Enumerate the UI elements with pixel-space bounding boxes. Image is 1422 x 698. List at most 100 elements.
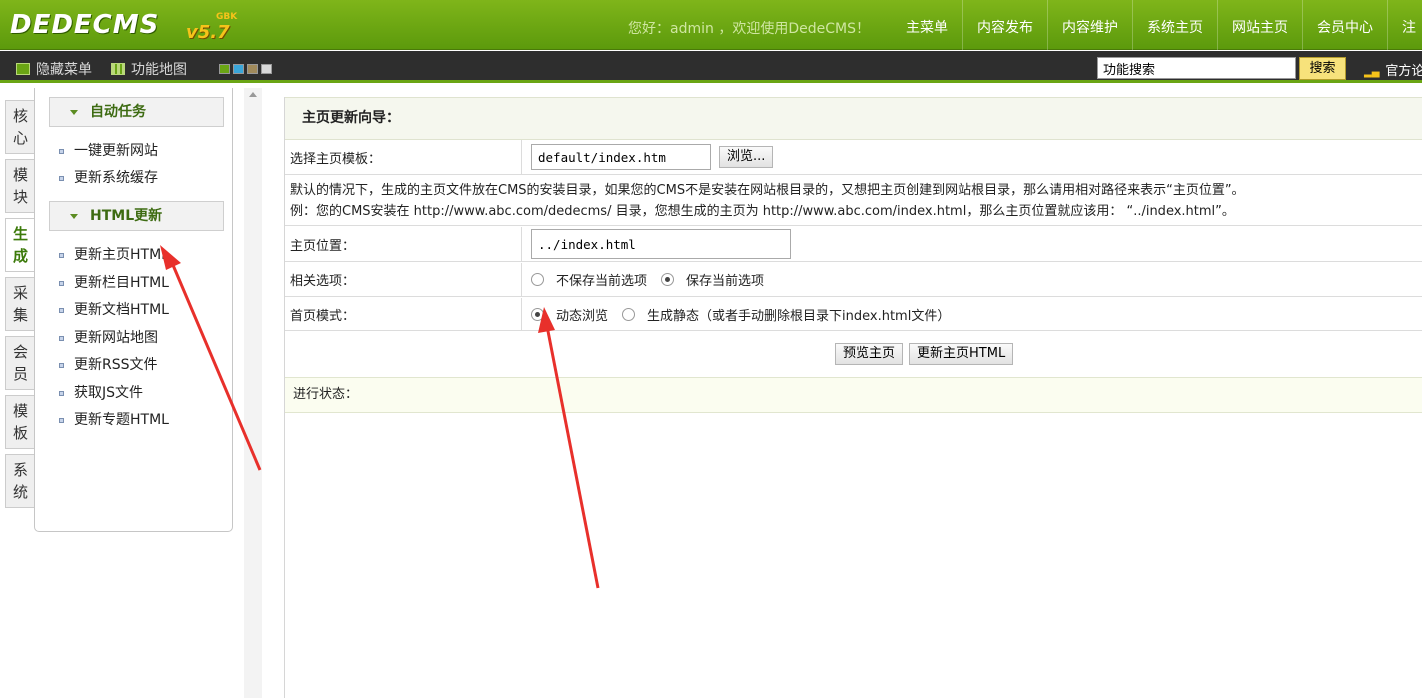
- menu-item-update-category-html[interactable]: 更新栏目HTML: [59, 272, 169, 292]
- menu-item-update-cache[interactable]: 更新系统缓存: [59, 167, 158, 187]
- preview-homepage-button[interactable]: 预览主页: [835, 343, 904, 365]
- hide-menu-label: 隐藏菜单: [36, 62, 92, 78]
- hide-menu-button[interactable]: 隐藏菜单: [16, 59, 92, 79]
- nav-content-maintain[interactable]: 内容维护: [1047, 0, 1132, 50]
- site-map-button[interactable]: 功能地图: [111, 59, 187, 79]
- template-label: 选择主页模板：: [285, 140, 522, 174]
- logo-edition: GBK: [216, 12, 238, 22]
- tab-core[interactable]: 核心: [5, 100, 35, 154]
- menu-item-one-click-update[interactable]: 一键更新网站: [59, 140, 158, 160]
- mode-static[interactable]: 生成静态（或者手动删除根目录下index.html文件）: [622, 305, 950, 324]
- help-note: 默认的情况下，生成的主页文件放在CMS的安装目录，如果您的CMS不是安装在网站根…: [290, 176, 1413, 222]
- tab-collect[interactable]: 采集: [5, 277, 35, 331]
- welcome-message: 您好：admin ，欢迎使用DedeCMS！: [628, 21, 870, 37]
- tab-member[interactable]: 会员: [5, 336, 35, 390]
- option-save-label: 保存当前选项: [686, 274, 765, 289]
- side-menu: 自动任务 一键更新网站 更新系统缓存 HTML更新 更新主页HTML 更新栏目H…: [34, 88, 233, 532]
- template-input[interactable]: [531, 144, 711, 170]
- bullet-icon: [59, 148, 64, 154]
- site-map-label: 功能地图: [131, 62, 187, 78]
- mode-dynamic[interactable]: 动态浏览: [531, 305, 608, 324]
- help-note-line2: 例：您的CMS安装在 http://www.abc.com/dedecms/ 目…: [290, 204, 1235, 219]
- nav-main-menu[interactable]: 主菜单: [892, 0, 962, 50]
- collapse-triangle-icon: [70, 213, 78, 219]
- help-note-line1: 默认的情况下，生成的主页文件放在CMS的安装目录，如果您的CMS不是安装在网站根…: [290, 183, 1245, 198]
- official-forum-label: 官方论: [1385, 64, 1422, 79]
- nav-member-center[interactable]: 会员中心: [1302, 0, 1387, 50]
- position-value-cell: [523, 227, 1422, 261]
- theme-swatch-blue[interactable]: [233, 64, 244, 74]
- bullet-icon: [59, 307, 64, 313]
- nav-content-publish[interactable]: 内容发布: [962, 0, 1047, 50]
- bullet-icon: [59, 252, 64, 258]
- template-row: 选择主页模板： 浏览...: [285, 140, 1422, 175]
- logo-text: DEDECMS: [10, 10, 160, 40]
- nav-system-home[interactable]: 系统主页: [1132, 0, 1217, 50]
- mode-row: 首页模式： 动态浏览 生成静态（或者手动删除根目录下index.html文件）: [285, 298, 1422, 331]
- position-row: 主页位置：: [285, 227, 1422, 262]
- mode-label: 首页模式：: [285, 298, 522, 330]
- theme-swatch-brown[interactable]: [247, 64, 258, 74]
- menu-item-update-article-html[interactable]: 更新文档HTML: [59, 299, 169, 319]
- radio-save[interactable]: [661, 273, 675, 286]
- logo-version: v5.7: [186, 22, 230, 43]
- radio-no-save[interactable]: [531, 273, 544, 286]
- option-save[interactable]: 保存当前选项: [661, 270, 764, 289]
- menu-group-html-update[interactable]: HTML更新: [49, 201, 224, 231]
- nav-site-home[interactable]: 网站主页: [1217, 0, 1302, 50]
- function-search-input[interactable]: [1097, 57, 1296, 79]
- bullet-icon: [59, 175, 64, 181]
- action-buttons: 预览主页 更新主页HTML: [835, 343, 1014, 365]
- collapse-triangle-icon: [70, 109, 78, 115]
- bullet-icon: [59, 417, 64, 423]
- menu-item-update-homepage-html[interactable]: 更新主页HTML: [59, 244, 169, 264]
- frame-scrollbar[interactable]: [244, 88, 262, 698]
- main-content: 主页更新向导： 选择主页模板： 浏览... 默认的情况下，生成的主页文件放在CM…: [284, 97, 1422, 698]
- tab-system[interactable]: 系统: [5, 454, 35, 508]
- dedecms-logo: DEDECMS v5.7 GBK: [10, 10, 237, 44]
- mode-dynamic-label: 动态浏览: [556, 308, 609, 324]
- grid-icon: [111, 63, 125, 75]
- theme-swatches: [219, 64, 272, 74]
- menu-item-label: 更新专题HTML: [74, 412, 169, 428]
- bullet-icon: [59, 280, 64, 286]
- tab-template[interactable]: 模板: [5, 395, 35, 449]
- menu-group-auto-tasks[interactable]: 自动任务: [49, 97, 224, 127]
- template-value-cell: 浏览...: [523, 140, 1422, 174]
- menu-item-label: 更新系统缓存: [74, 170, 158, 186]
- position-input[interactable]: [531, 229, 791, 259]
- radio-static[interactable]: [622, 307, 636, 321]
- toolbar: 隐藏菜单 功能地图 搜索 ▂▄ 官方论: [0, 51, 1422, 83]
- progress-status: 进行状态：: [285, 377, 1422, 413]
- menu-item-update-rss[interactable]: 更新RSS文件: [59, 354, 158, 374]
- menu-item-label: 获取JS文件: [74, 385, 144, 401]
- tab-generate[interactable]: 生成: [5, 218, 35, 272]
- scroll-up-icon[interactable]: [249, 92, 257, 97]
- menu-item-label: 更新网站地图: [74, 330, 158, 346]
- update-homepage-html-button[interactable]: 更新主页HTML: [909, 343, 1014, 365]
- top-header: DEDECMS v5.7 GBK 您好：admin ，欢迎使用DedeCMS！ …: [0, 0, 1422, 50]
- menu-item-label: 更新文档HTML: [74, 302, 169, 318]
- browse-button[interactable]: 浏览...: [719, 146, 774, 168]
- radio-dynamic[interactable]: [531, 307, 544, 321]
- menu-item-label: 一键更新网站: [74, 143, 158, 159]
- menu-item-label: 更新栏目HTML: [74, 275, 169, 291]
- search-button[interactable]: 搜索: [1299, 57, 1346, 80]
- theme-swatch-green[interactable]: [219, 64, 230, 74]
- hide-menu-icon: [16, 63, 30, 75]
- menu-item-update-sitemap[interactable]: 更新网站地图: [59, 327, 158, 347]
- options-label: 相关选项：: [285, 263, 522, 296]
- menu-item-get-js[interactable]: 获取JS文件: [59, 382, 143, 402]
- note-row: 默认的情况下，生成的主页文件放在CMS的安装目录，如果您的CMS不是安装在网站根…: [285, 176, 1422, 226]
- theme-swatch-gray[interactable]: [261, 64, 272, 74]
- option-no-save[interactable]: 不保存当前选项: [531, 270, 647, 289]
- official-forum-link[interactable]: ▂▄ 官方论: [1364, 60, 1422, 79]
- menu-group-title: HTML更新: [90, 208, 163, 224]
- signal-icon: ▂▄: [1364, 67, 1380, 78]
- nav-logout[interactable]: 注: [1387, 0, 1422, 50]
- tab-module[interactable]: 模块: [5, 159, 35, 213]
- options-value-cell: 不保存当前选项 保存当前选项: [523, 263, 1422, 296]
- menu-group-title: 自动任务: [90, 104, 146, 120]
- bullet-icon: [59, 335, 64, 341]
- menu-item-update-topic-html[interactable]: 更新专题HTML: [59, 409, 169, 429]
